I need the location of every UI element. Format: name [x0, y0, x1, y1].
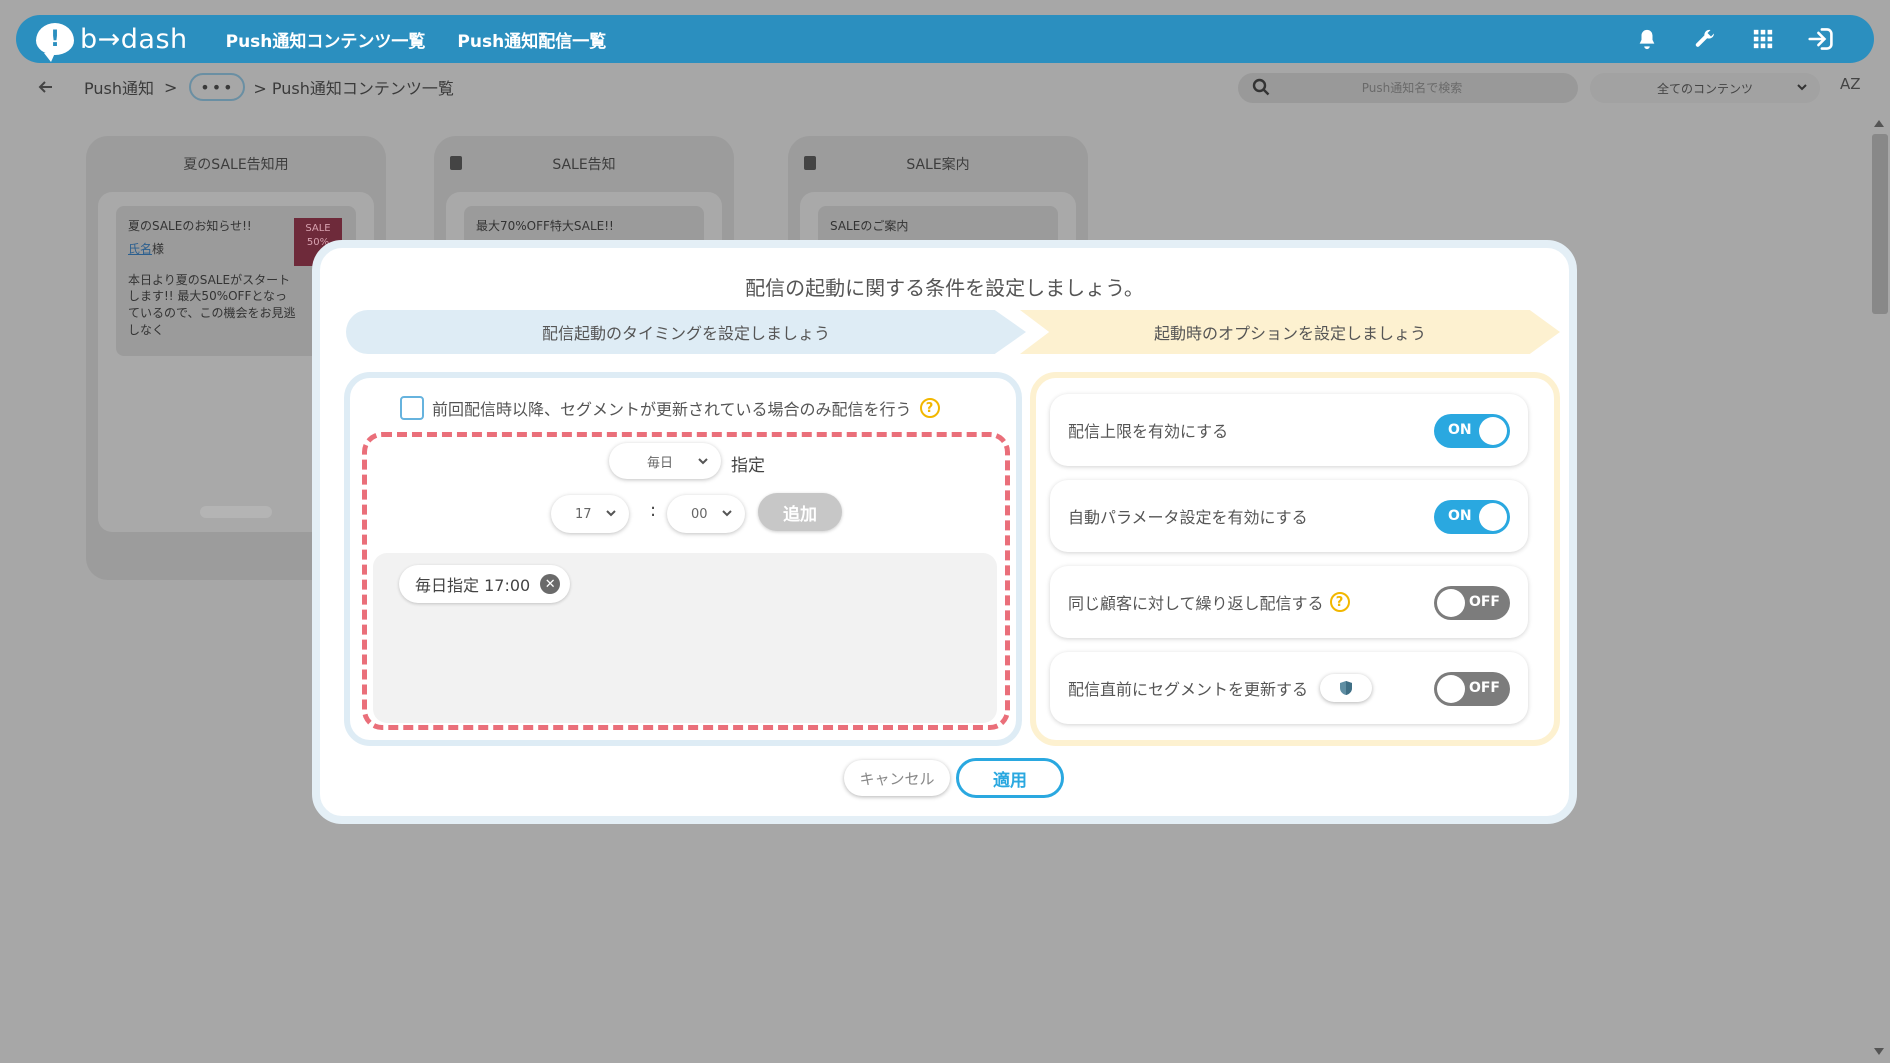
card-title: 夏のSALE告知用 — [183, 157, 289, 173]
schedule-chip-label: 毎日指定 17:00 — [415, 576, 531, 595]
toggle-state: OFF — [1468, 594, 1500, 610]
option-label: 配信直前にセグメントを更新する — [1068, 680, 1309, 699]
segment-update-checkbox[interactable] — [400, 396, 424, 420]
toggle-state: OFF — [1468, 680, 1500, 696]
search-input[interactable] — [1272, 81, 1552, 95]
breadcrumb-push[interactable]: Push通知 — [84, 75, 154, 99]
option-segment-refresh: 配信直前にセグメントを更新する OFF — [1050, 652, 1528, 724]
chevron-down-icon — [605, 507, 617, 523]
chevron-down-icon — [1796, 81, 1808, 96]
grid-icon[interactable] — [1750, 26, 1776, 52]
segment-refresh-toggle[interactable]: OFF — [1434, 672, 1510, 706]
sub-bar: Push通知 > ••• > Push通知コンテンツ一覧 全てのコンテンツ AZ — [10, 63, 1876, 111]
back-arrow-icon[interactable] — [38, 77, 58, 97]
frequency-select[interactable]: 毎日 — [609, 443, 721, 479]
nav-push-contents[interactable]: Push通知コンテンツ一覧 — [226, 27, 426, 52]
options-panel: 配信上限を有効にする ON 自動パラメータ設定を有効にする ON 同じ顧客に対し… — [1030, 372, 1560, 746]
option-label: 自動パラメータ設定を有効にする — [1068, 508, 1308, 527]
toggle-knob — [1479, 503, 1507, 531]
toggle-state: ON — [1448, 422, 1472, 438]
filter-select-value: 全てのコンテンツ — [1656, 81, 1753, 96]
hour-value: 17 — [575, 506, 592, 522]
time-colon: : — [650, 500, 657, 521]
chevron-down-icon — [721, 507, 733, 523]
wrench-icon[interactable] — [1692, 26, 1718, 52]
card-message-body: 本日より夏のSALEがスタートします!! 最大50%OFFとなっているので、この… — [128, 272, 296, 337]
name-placeholder-link: 氏名 — [128, 241, 153, 256]
trigger-settings-modal: 配信の起動に関する条件を設定しましょう。 配信起動のタイミングを設定しましょう … — [312, 240, 1577, 824]
remove-schedule-icon[interactable]: ✕ — [540, 574, 561, 594]
top-icons — [1634, 15, 1834, 63]
card-title: SALE告知 — [552, 157, 616, 173]
auto-parameter-toggle[interactable]: ON — [1434, 500, 1510, 534]
help-icon[interactable]: ? — [919, 398, 940, 418]
schedule-list: 毎日指定 17:00 ✕ — [373, 553, 997, 723]
frequency-suffix: 指定 — [731, 456, 765, 476]
schedule-chip: 毎日指定 17:00 ✕ — [399, 565, 571, 603]
top-header: ! b→dash Push通知コンテンツ一覧 Push通知配信一覧 — [16, 15, 1874, 63]
step-timing: 配信起動のタイミングを設定しましょう — [346, 310, 1026, 354]
option-label: 同じ顧客に対して繰り返し配信する — [1068, 594, 1324, 613]
timing-panel: 前回配信時以降、セグメントが更新されている場合のみ配信を行う ? 毎日 指定 1… — [344, 372, 1022, 746]
card-message-title: SALEのご案内 — [830, 219, 909, 233]
logo-mark: ! — [36, 23, 74, 62]
frequency-value: 毎日 — [647, 455, 674, 471]
sort-az-icon[interactable]: AZ — [1840, 75, 1861, 93]
option-auto-parameter: 自動パラメータ設定を有効にする ON — [1050, 480, 1528, 552]
page-scrollbar[interactable] — [1870, 112, 1890, 1063]
minute-select[interactable]: 00 — [667, 495, 745, 533]
top-nav: Push通知コンテンツ一覧 Push通知配信一覧 — [226, 27, 607, 52]
scroll-thumb[interactable] — [1872, 134, 1888, 314]
card-title: SALE案内 — [906, 157, 970, 173]
scroll-up-icon[interactable] — [1874, 120, 1884, 127]
repeat-delivery-toggle[interactable]: OFF — [1434, 586, 1510, 620]
option-delivery-limit: 配信上限を有効にする ON — [1050, 394, 1528, 466]
toggle-knob — [1437, 589, 1465, 617]
apply-button[interactable]: 適用 — [956, 758, 1064, 798]
chevron-down-icon — [697, 455, 709, 471]
search-box — [1238, 73, 1578, 103]
scroll-down-icon[interactable] — [1874, 1048, 1884, 1055]
content-filter-select[interactable]: 全てのコンテンツ — [1590, 73, 1820, 103]
segment-update-row: 前回配信時以降、セグメントが更新されている場合のみ配信を行う ? — [400, 396, 940, 420]
hour-select[interactable]: 17 — [551, 495, 629, 533]
help-icon[interactable]: ? — [1329, 592, 1350, 612]
option-repeat-delivery: 同じ顧客に対して繰り返し配信する ? OFF — [1050, 566, 1528, 638]
bell-icon[interactable] — [1634, 26, 1660, 52]
toggle-knob — [1437, 675, 1465, 703]
nav-push-deliveries[interactable]: Push通知配信一覧 — [457, 27, 606, 52]
timing-highlight-area: 毎日 指定 17 : 00 追加 毎日指定 17:00 ✕ — [362, 432, 1010, 730]
card-message-title: 最大70%OFF特大SALE!! — [476, 219, 614, 233]
add-schedule-button[interactable]: 追加 — [758, 493, 842, 531]
step-options: 起動時のオプションを設定しましょう — [1020, 310, 1560, 354]
minute-value: 00 — [691, 506, 708, 522]
logout-icon[interactable] — [1808, 26, 1834, 52]
logo[interactable]: ! b→dash — [36, 23, 188, 62]
logo-text: b→dash — [80, 23, 188, 55]
breadcrumb-separator: > — [164, 77, 178, 97]
name-suffix: 様 — [152, 241, 165, 256]
modal-title: 配信の起動に関する条件を設定しましょう。 — [745, 276, 1144, 300]
breadcrumb-current: > Push通知コンテンツ一覧 — [253, 79, 454, 98]
breadcrumb-more-button[interactable]: ••• — [189, 73, 246, 101]
toggle-knob — [1479, 417, 1507, 445]
toggle-state: ON — [1448, 508, 1472, 524]
segment-update-label: 前回配信時以降、セグメントが更新されている場合のみ配信を行う — [432, 400, 912, 419]
shield-icon[interactable] — [1320, 674, 1373, 702]
cancel-button[interactable]: キャンセル — [844, 760, 950, 796]
option-label: 配信上限を有効にする — [1068, 422, 1229, 441]
phone-home-bar — [200, 506, 272, 518]
delivery-limit-toggle[interactable]: ON — [1434, 414, 1510, 448]
search-icon — [1252, 78, 1272, 98]
